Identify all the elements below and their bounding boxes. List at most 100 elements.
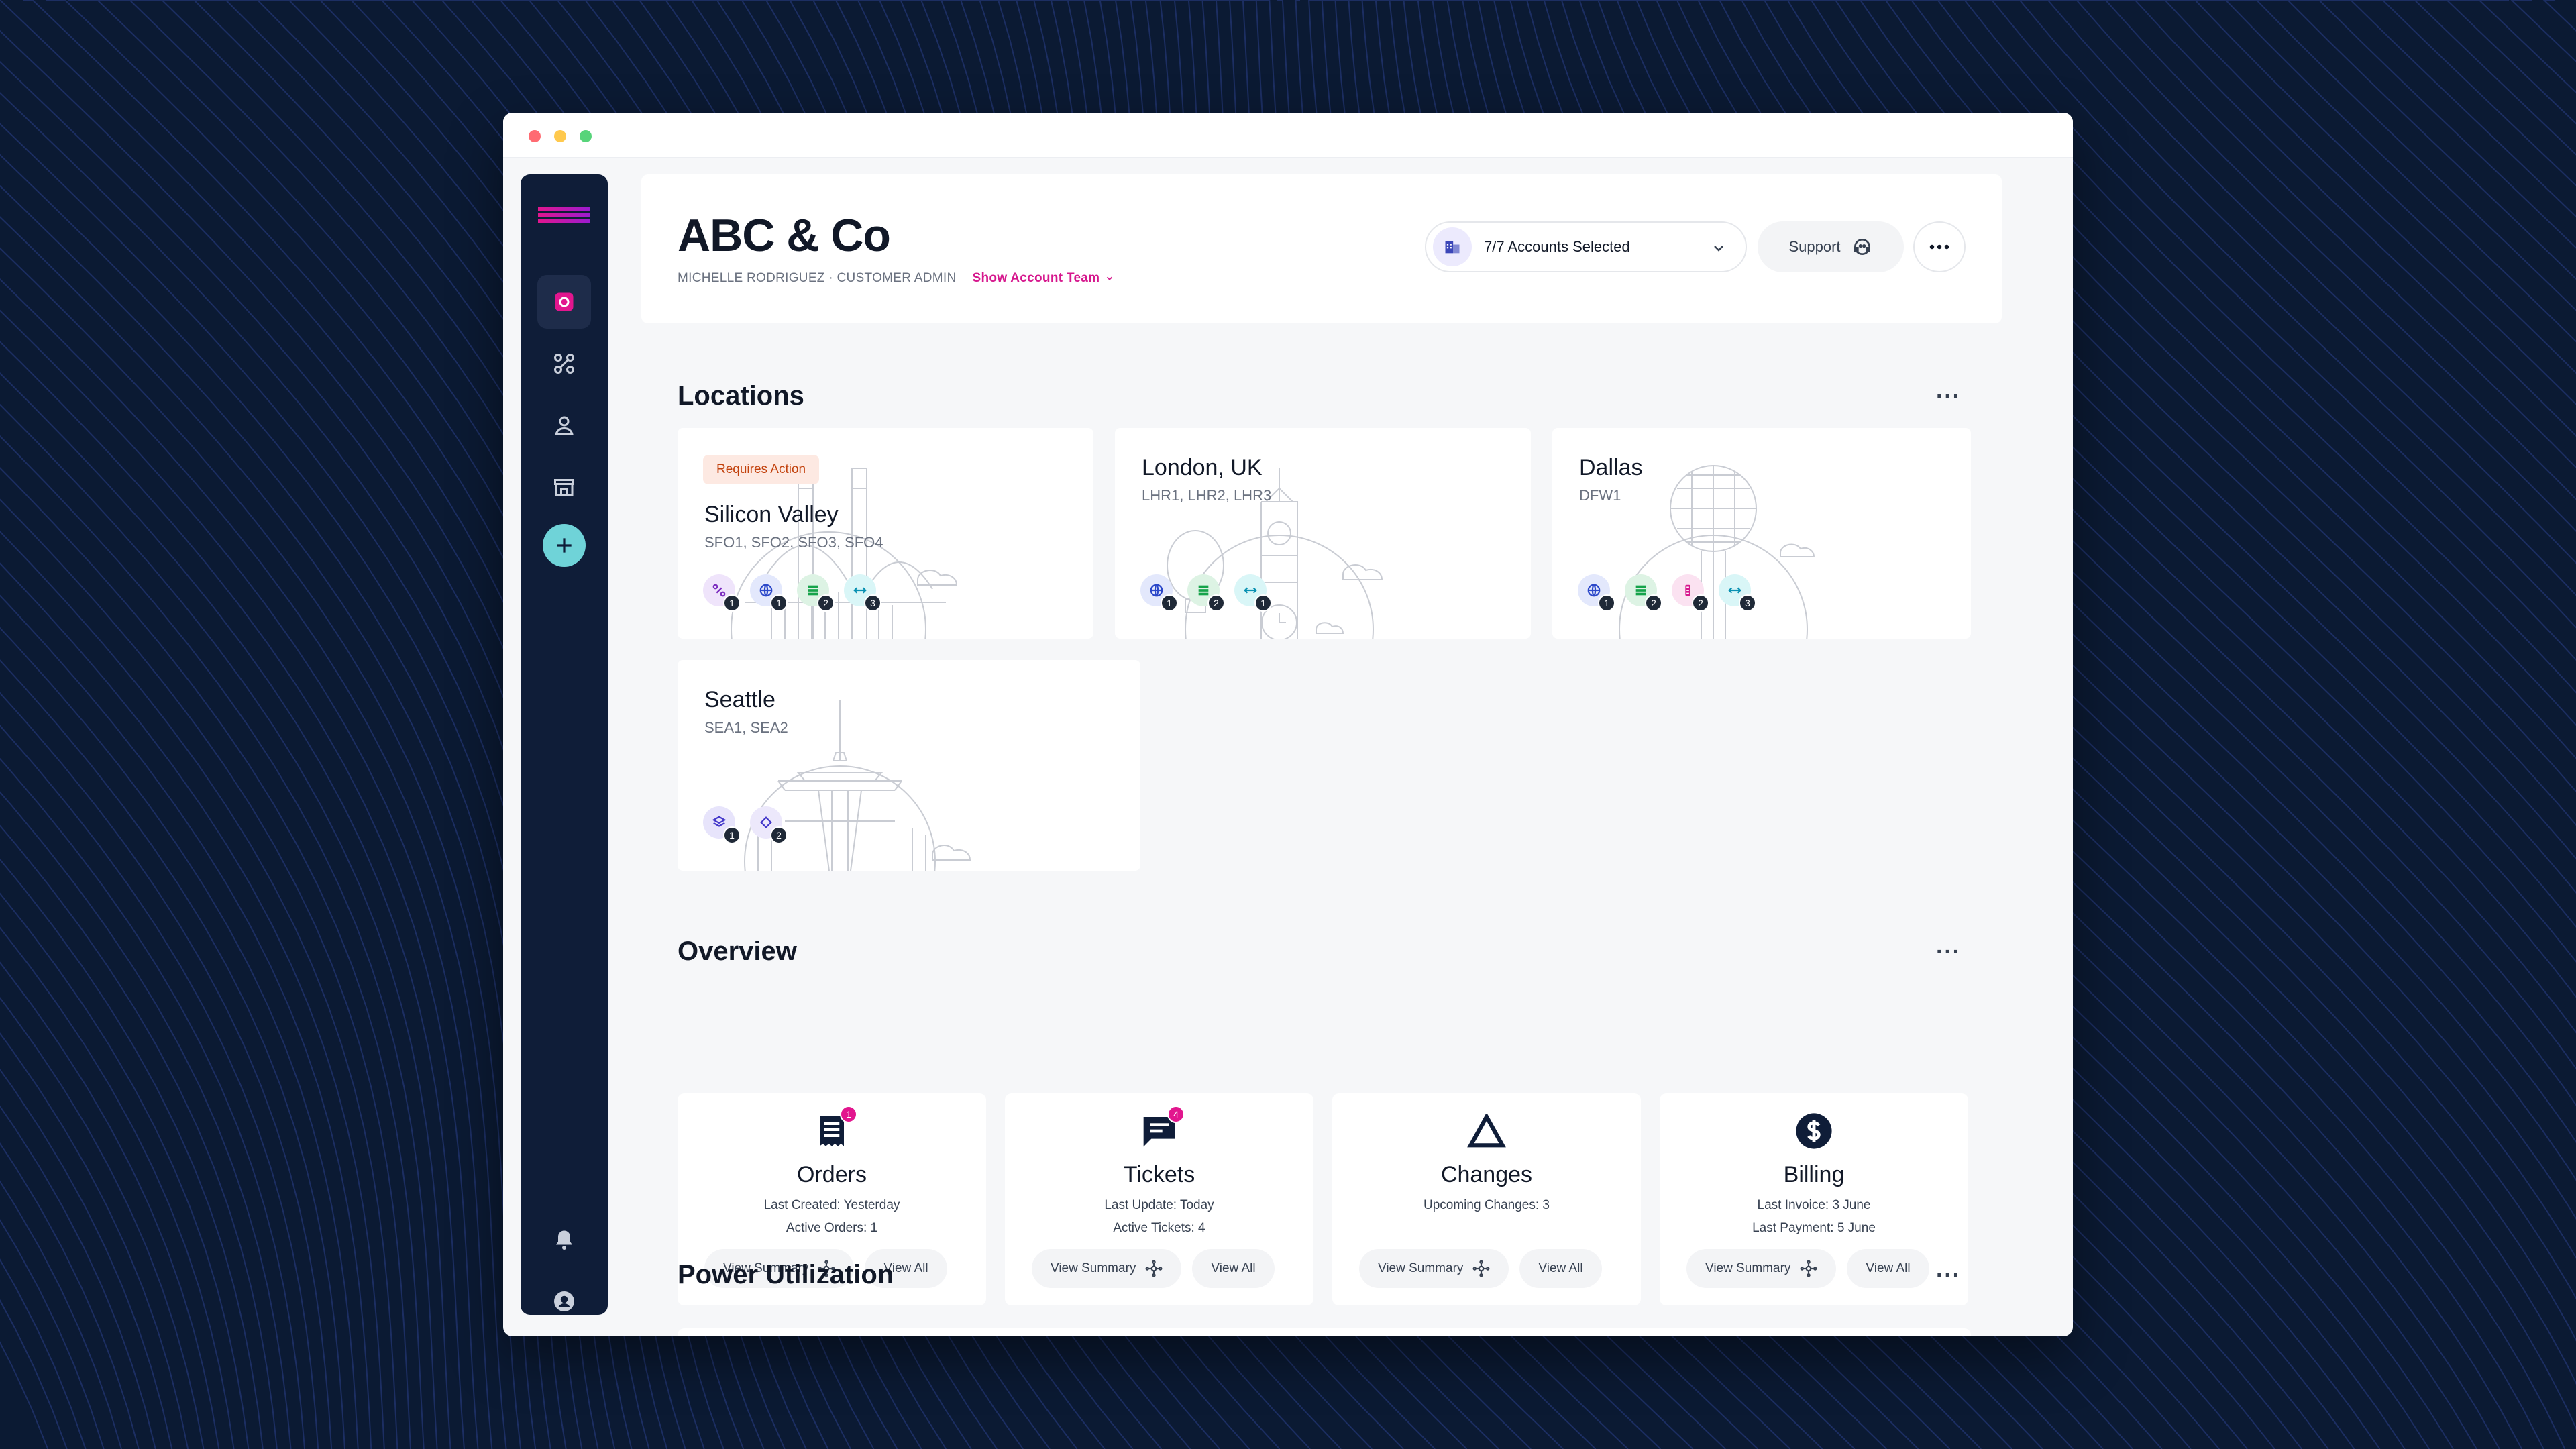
store-icon — [554, 479, 574, 496]
chevron-down-icon — [1107, 276, 1113, 280]
location-name: Silicon Valley — [704, 502, 839, 527]
close-window-dot[interactable] — [529, 130, 541, 142]
nodes-icon — [1145, 1260, 1163, 1277]
location-name: Seattle — [704, 687, 775, 712]
network-chip[interactable]: 1 — [1578, 574, 1615, 612]
view-all-button[interactable]: View All — [1847, 1249, 1929, 1288]
locations-heading: Locations — [678, 381, 804, 411]
orders-icon: 1 — [812, 1106, 857, 1151]
layers-icon — [712, 816, 727, 827]
account-header: ABC & Co MICHELLE RODRIGUEZ · CUSTOMER A… — [641, 174, 2002, 323]
card-title: Changes — [1440, 1162, 1533, 1187]
maximize-window-dot[interactable] — [580, 130, 592, 142]
card-detail: Active Tickets: 4 — [1113, 1221, 1205, 1235]
location-services: 1 2 1 — [1140, 574, 1272, 612]
card-detail: Last Payment: 5 June — [1752, 1221, 1876, 1235]
nav-users[interactable] — [537, 398, 591, 452]
window-titlebar — [503, 113, 2073, 158]
card-title: Orders — [797, 1162, 867, 1187]
nav-marketplace[interactable] — [537, 460, 591, 514]
support-label: Support — [1788, 238, 1841, 255]
tickets-icon: 4 — [1139, 1106, 1185, 1151]
main-content: ABC & Co MICHELLE RODRIGUEZ · CUSTOMER A… — [641, 174, 2070, 1336]
more-horizontal-icon — [1929, 244, 1949, 250]
power-strip-icon — [1685, 584, 1690, 596]
view-summary-button[interactable]: View Summary — [1359, 1249, 1509, 1288]
location-codes: SFO1, SFO2, SFO3, SFO4 — [704, 534, 883, 551]
layers-chip[interactable]: 1 — [703, 806, 741, 844]
location-card-london[interactable]: London, UK LHR1, LHR2, LHR3 1 2 1 — [1115, 428, 1531, 639]
show-account-team-link[interactable]: Show Account Team — [973, 271, 1115, 286]
fabric-chip[interactable]: 2 — [750, 806, 788, 844]
app-window: ABC & Co MICHELLE RODRIGUEZ · CUSTOMER A… — [503, 113, 2073, 1336]
requires-action-badge: Requires Action — [703, 455, 820, 484]
brand-logo[interactable] — [538, 207, 590, 223]
view-all-button[interactable]: View All — [1519, 1249, 1602, 1288]
bell-icon — [556, 1230, 572, 1250]
nav-interconnect[interactable] — [537, 337, 591, 390]
power-more-button[interactable]: ··· — [1936, 1263, 1961, 1289]
globe-icon — [759, 584, 773, 597]
arrows-horizontal-icon — [1728, 587, 1741, 594]
cross-connect-chip[interactable]: 1 — [1234, 574, 1272, 612]
power-utilization-heading: Power Utilization — [678, 1260, 894, 1289]
cross-connect-chip[interactable]: 3 — [1719, 574, 1756, 612]
overview-card-billing: Billing Last Invoice: 3 June Last Paymen… — [1660, 1093, 1968, 1305]
arrows-horizontal-icon — [1244, 587, 1257, 594]
accounts-selector[interactable]: 7/7 Accounts Selected — [1425, 221, 1747, 272]
arrows-horizontal-icon — [853, 587, 867, 594]
locations-more-button[interactable]: ··· — [1936, 384, 1961, 410]
user-role-text: MICHELLE RODRIGUEZ · CUSTOMER ADMIN — [678, 271, 957, 285]
network-chip[interactable]: 1 — [750, 574, 788, 612]
cabinets-chip[interactable]: 2 — [1187, 574, 1225, 612]
nav-dashboard[interactable] — [537, 275, 591, 329]
chevron-down-icon — [1714, 246, 1723, 252]
tickets-notification-badge: 4 — [1167, 1106, 1185, 1123]
location-card-seattle[interactable]: Seattle SEA1, SEA2 1 2 — [678, 660, 1140, 871]
user-info: MICHELLE RODRIGUEZ · CUSTOMER ADMIN Show… — [678, 271, 1114, 286]
server-icon — [1198, 585, 1209, 596]
overview-heading: Overview — [678, 936, 797, 966]
overview-card-changes: Changes Upcoming Changes: 3 View Summary… — [1332, 1093, 1641, 1305]
nodes-icon — [1472, 1260, 1490, 1277]
diamond-icon — [760, 816, 772, 828]
location-codes: LHR1, LHR2, LHR3 — [1142, 487, 1272, 504]
minimize-window-dot[interactable] — [554, 130, 566, 142]
view-summary-button[interactable]: View Summary — [1032, 1249, 1182, 1288]
server-icon — [1635, 585, 1646, 596]
power-chip[interactable]: 2 — [1672, 574, 1709, 612]
card-detail: Upcoming Changes: 3 — [1424, 1198, 1550, 1212]
overview-card-tickets: 4 Tickets Last Update: Today Active Tick… — [1005, 1093, 1313, 1305]
nav-notifications[interactable] — [537, 1213, 591, 1267]
connections-icon — [712, 584, 726, 597]
support-headset-icon — [1854, 239, 1870, 255]
dollar-icon — [1794, 1111, 1834, 1151]
server-icon — [808, 585, 818, 596]
plus-icon — [557, 538, 572, 553]
nav-account[interactable] — [537, 1275, 591, 1328]
card-detail: Last Invoice: 3 June — [1757, 1198, 1871, 1212]
changes-delta-icon — [1466, 1111, 1507, 1151]
more-options-button[interactable] — [1913, 221, 1966, 272]
location-card-silicon-valley[interactable]: Requires Action Silicon Valley SFO1, SFO… — [678, 428, 1093, 639]
company-name: ABC & Co — [678, 210, 891, 261]
location-codes: SEA1, SEA2 — [704, 719, 788, 736]
location-codes: DFW1 — [1579, 487, 1621, 504]
cabinets-chip[interactable]: 2 — [797, 574, 835, 612]
network-chip[interactable]: 1 — [1140, 574, 1178, 612]
location-services: 1 2 2 3 — [1578, 574, 1756, 612]
view-all-button[interactable]: View All — [1192, 1249, 1275, 1288]
globe-icon — [1150, 584, 1163, 597]
view-summary-button[interactable]: View Summary — [1686, 1249, 1837, 1288]
connections-chip[interactable]: 1 — [703, 574, 741, 612]
add-button[interactable] — [543, 524, 586, 567]
building-icon — [1433, 227, 1472, 266]
cabinets-chip[interactable]: 2 — [1625, 574, 1662, 612]
cross-connect-chip[interactable]: 3 — [844, 574, 881, 612]
connections-icon — [554, 354, 574, 374]
support-button[interactable]: Support — [1758, 221, 1904, 272]
location-card-dallas[interactable]: Dallas DFW1 1 2 2 3 — [1552, 428, 1971, 639]
overview-more-button[interactable]: ··· — [1936, 939, 1961, 965]
card-detail: Active Orders: 1 — [786, 1221, 878, 1235]
accounts-selected-label: 7/7 Accounts Selected — [1484, 238, 1630, 255]
